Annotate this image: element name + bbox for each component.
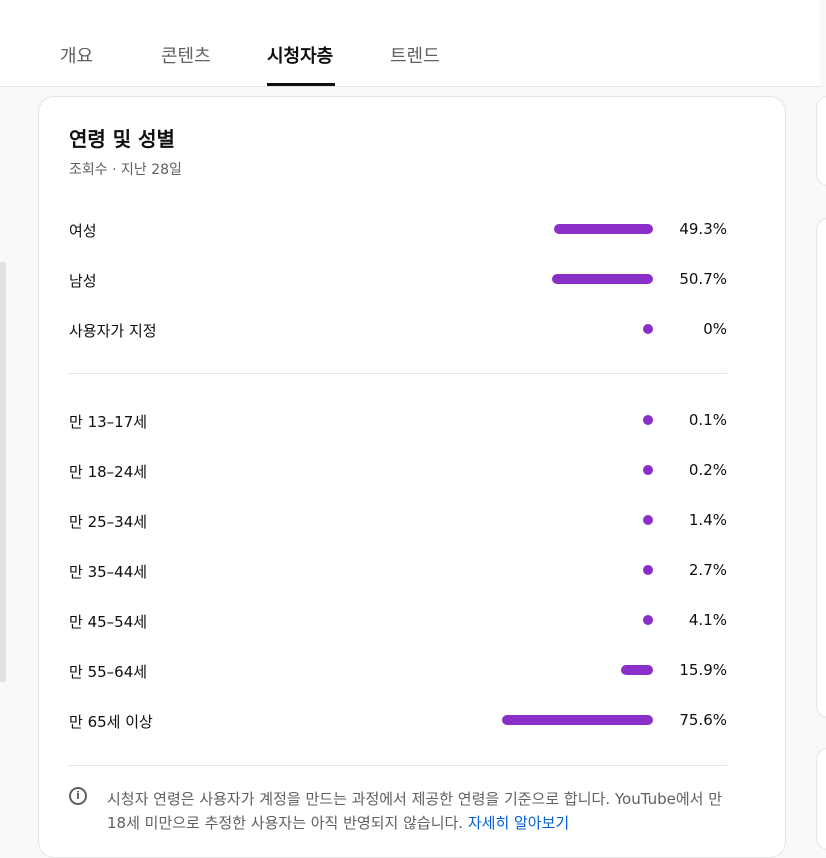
percent-bar: [554, 224, 653, 234]
divider: [69, 765, 727, 766]
percent-bar: [501, 715, 653, 725]
divider: [69, 373, 727, 374]
info-description: 시청자 연령은 사용자가 계정을 만드는 과정에서 제공한 연령을 기준으로 합…: [107, 790, 723, 832]
right-card-edge-2: [816, 218, 826, 718]
active-tab-indicator: [267, 83, 335, 86]
row-value: 49.3%: [679, 220, 727, 238]
percent-bar: [643, 465, 653, 475]
age-row: 만 18–24세 0.2%: [69, 458, 727, 482]
percent-bar: [643, 615, 653, 625]
row-value: 0.1%: [688, 411, 727, 429]
tab-trends[interactable]: 트렌드: [390, 42, 440, 68]
right-card-edge-1: [816, 96, 826, 186]
tab-audience[interactable]: 시청자층: [267, 42, 333, 68]
percent-bar: [643, 415, 653, 425]
learn-more-link[interactable]: 자세히 알아보기: [468, 814, 569, 832]
percent-bar: [643, 324, 653, 334]
row-label: 만 18–24세: [69, 463, 148, 481]
row-label: 만 45–54세: [69, 613, 148, 631]
row-value: 2.7%: [688, 561, 727, 579]
percent-bar: [551, 274, 653, 284]
row-label: 만 55–64세: [69, 663, 148, 681]
gender-row: 여성 49.3%: [69, 217, 727, 241]
age-row: 만 55–64세 15.9%: [69, 658, 727, 682]
row-label: 여성: [69, 222, 97, 240]
row-label: 만 35–44세: [69, 563, 148, 581]
row-label: 만 25–34세: [69, 513, 148, 531]
gender-row: 사용자가 지정 0%: [69, 317, 727, 341]
right-card-edge-3: [816, 748, 826, 850]
tab-content[interactable]: 콘텐츠: [161, 42, 211, 68]
row-value: 15.9%: [679, 661, 727, 679]
age-row: 만 45–54세 4.1%: [69, 608, 727, 632]
card-title: 연령 및 성별: [69, 127, 175, 151]
age-row: 만 13–17세 0.1%: [69, 408, 727, 432]
age-row: 만 25–34세 1.4%: [69, 508, 727, 532]
percent-bar: [643, 565, 653, 575]
tab-bar: 개요 콘텐츠 시청자층 트렌드: [0, 0, 820, 87]
row-label: 사용자가 지정: [69, 322, 157, 340]
row-value: 0.2%: [688, 461, 727, 479]
row-value: 4.1%: [688, 611, 727, 629]
info-text: 시청자 연령은 사용자가 계정을 만드는 과정에서 제공한 연령을 기준으로 합…: [107, 787, 727, 835]
gender-row: 남성 50.7%: [69, 267, 727, 291]
info-icon: i: [69, 787, 87, 805]
row-label: 남성: [69, 272, 97, 290]
percent-bar: [621, 665, 653, 675]
percent-bar: [643, 515, 653, 525]
row-value: 1.4%: [688, 511, 727, 529]
age-row: 만 65세 이상 75.6%: [69, 708, 727, 732]
row-label: 만 65세 이상: [69, 713, 153, 731]
age-gender-card: 연령 및 성별 조회수 · 지난 28일 여성 49.3% 남성 50.7% 사용자가 …: [38, 96, 786, 858]
tab-overview[interactable]: 개요: [60, 42, 93, 68]
age-row: 만 35–44세 2.7%: [69, 558, 727, 582]
row-label: 만 13–17세: [69, 413, 148, 431]
row-value: 0%: [703, 320, 727, 338]
card-subtitle: 조회수 · 지난 28일: [69, 162, 182, 178]
row-value: 75.6%: [679, 711, 727, 729]
left-panel-edge: [0, 262, 6, 682]
row-value: 50.7%: [679, 270, 727, 288]
